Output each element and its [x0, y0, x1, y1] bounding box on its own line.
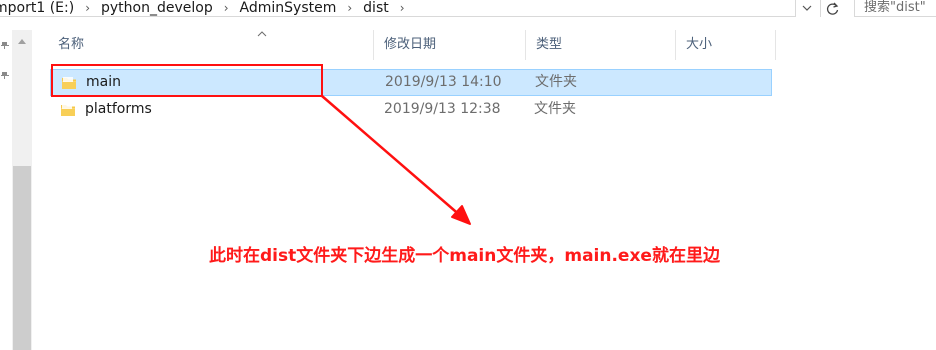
address-bar: mport1 (E:) › python_develop › AdminSyst…	[0, 0, 936, 19]
pin-icon[interactable]	[0, 70, 10, 80]
address-dropdown-button[interactable]	[797, 0, 817, 16]
column-header-name[interactable]: 名称	[48, 30, 374, 60]
breadcrumb-dist[interactable]: dist	[361, 0, 391, 16]
breadcrumb[interactable]: mport1 (E:) › python_develop › AdminSyst…	[0, 0, 796, 17]
chevron-right-icon[interactable]: ›	[76, 1, 99, 15]
column-header-date[interactable]: 修改日期	[374, 30, 526, 60]
file-type: 文件夹	[535, 74, 577, 90]
chevron-right-icon[interactable]: ›	[215, 1, 238, 15]
chevron-down-icon	[802, 5, 812, 11]
breadcrumb-python-develop[interactable]: python_develop	[99, 0, 215, 16]
chevron-right-icon[interactable]: ›	[391, 1, 414, 15]
chevron-right-icon[interactable]: ›	[338, 1, 361, 15]
breadcrumb-adminsystem[interactable]: AdminSystem	[238, 0, 339, 16]
annotation-text: 此时在dist文件夹下边生成一个main文件夹，main.exe就在里边	[209, 246, 720, 266]
column-headers: 名称 修改日期 类型 大小	[48, 30, 776, 60]
breadcrumb-drive[interactable]: mport1 (E:)	[0, 0, 76, 16]
file-date: 2019/9/13 14:10	[385, 74, 502, 90]
pin-icon[interactable]	[0, 40, 10, 50]
refresh-icon	[826, 2, 838, 15]
scroll-up-button[interactable]	[12, 36, 32, 46]
sort-up-icon	[256, 30, 268, 38]
scrollbar-thumb[interactable]	[13, 166, 31, 350]
folder-icon	[60, 96, 78, 123]
column-header-type[interactable]: 类型	[526, 30, 676, 60]
chevron-up-icon	[18, 38, 26, 44]
file-row-platforms[interactable]: platforms 2019/9/13 12:38 文件夹	[50, 96, 772, 123]
search-input[interactable]: 搜索"dist"	[854, 0, 936, 17]
file-date: 2019/9/13 12:38	[384, 101, 501, 117]
refresh-button[interactable]	[820, 0, 843, 17]
annotation-highlight-box	[51, 64, 323, 97]
file-explorer-window: mport1 (E:) › python_develop › AdminSyst…	[0, 0, 936, 350]
column-header-size[interactable]: 大小	[676, 30, 776, 60]
file-name: platforms	[85, 101, 152, 117]
file-type: 文件夹	[534, 101, 576, 117]
